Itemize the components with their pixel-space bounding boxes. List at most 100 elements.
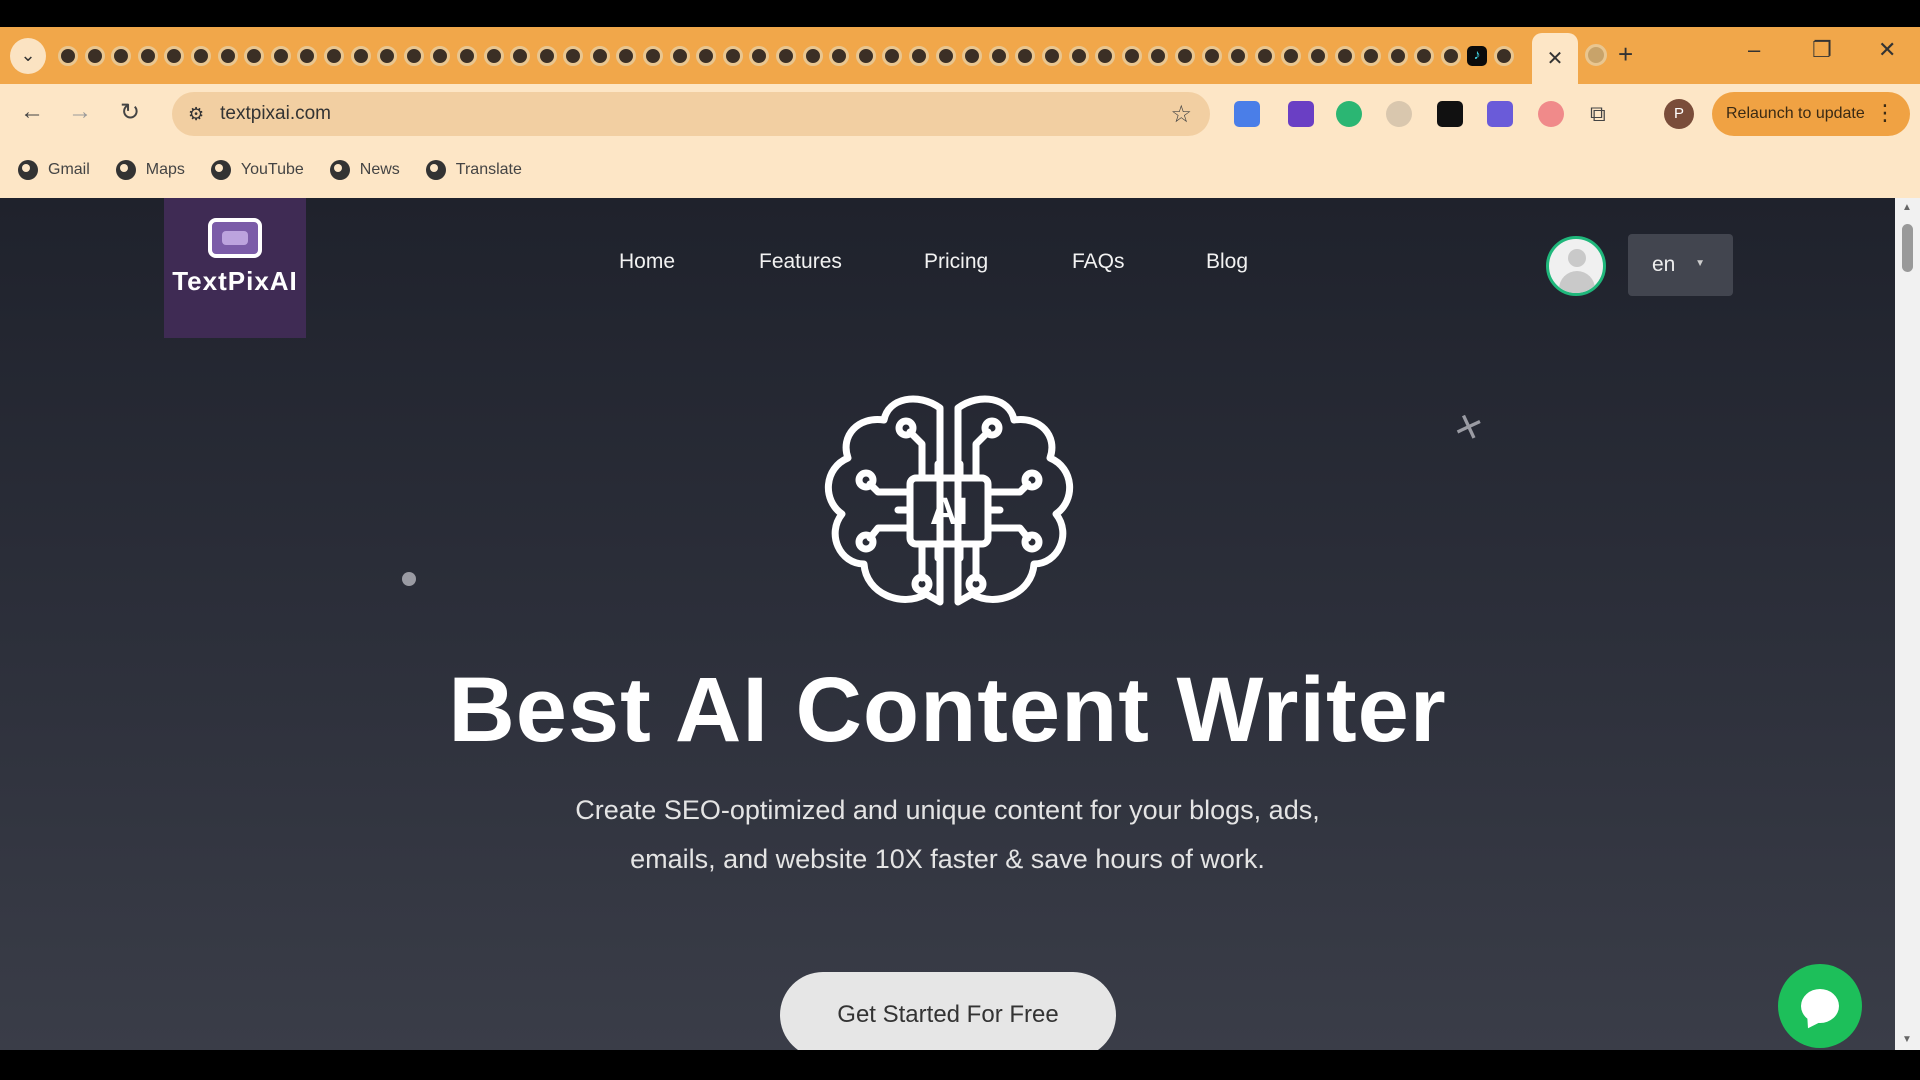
tab-favicon-icon[interactable] — [377, 45, 398, 66]
tab-favicon-icon[interactable] — [1334, 45, 1355, 66]
tab-favicon-icon[interactable] — [536, 45, 557, 66]
site-info-icon[interactable]: ⚙ — [188, 104, 204, 125]
tab-favicon-icon[interactable] — [1068, 45, 1089, 66]
relaunch-button[interactable]: Relaunch to update ⋮ — [1712, 92, 1910, 136]
tab-favicon-icon[interactable] — [164, 45, 185, 66]
nav-features[interactable]: Features — [759, 250, 842, 274]
tab-favicon-icon[interactable] — [323, 45, 344, 66]
tab-favicon-icon[interactable] — [1254, 45, 1275, 66]
bookmark-star-icon[interactable]: ☆ — [1170, 100, 1192, 129]
close-tab-icon[interactable]: ✕ — [1547, 46, 1564, 71]
tab-search-button[interactable]: ⌄ — [10, 37, 46, 74]
scroll-down-icon[interactable]: ▼ — [1902, 1034, 1912, 1045]
grammarly-icon[interactable] — [1336, 101, 1362, 127]
active-tab[interactable]: ✕ — [1532, 33, 1578, 84]
tab-favicon-icon[interactable] — [563, 45, 584, 66]
chat-button[interactable] — [1778, 964, 1862, 1048]
profile-avatar[interactable]: P — [1664, 99, 1694, 129]
nav-pricing[interactable]: Pricing — [924, 250, 988, 274]
restore-button[interactable]: ❐ — [1812, 37, 1832, 63]
extension-icon[interactable] — [1437, 101, 1463, 127]
tab-favicon-icon[interactable] — [403, 45, 424, 66]
tab-favicon-icon[interactable] — [1494, 45, 1515, 66]
tab-favicon-icon[interactable] — [1440, 45, 1461, 66]
tab-favicon-icon[interactable] — [776, 45, 797, 66]
tab-favicon-icon[interactable] — [988, 45, 1009, 66]
reload-icon[interactable]: ↻ — [120, 98, 140, 127]
tab-favicon-icon[interactable] — [909, 45, 929, 66]
tab-favicon-icon[interactable] — [430, 45, 451, 66]
nav-home[interactable]: Home — [619, 250, 675, 274]
tab-favicon-icon[interactable] — [190, 45, 211, 66]
translate-extension-icon[interactable] — [1234, 101, 1260, 127]
tab-favicon-icon[interactable] — [829, 45, 850, 66]
tab-favicon-icon[interactable] — [962, 45, 983, 66]
bookmark-youtube[interactable]: YouTube — [210, 160, 304, 180]
tab-favicon-icon[interactable] — [350, 45, 371, 66]
back-icon[interactable]: ← — [20, 98, 44, 126]
forward-icon[interactable]: → — [68, 98, 92, 126]
tab-favicon-icon[interactable] — [1307, 45, 1328, 66]
tab-favicon-icon[interactable] — [1228, 45, 1249, 66]
tab-favicon-icon[interactable] — [696, 45, 717, 66]
address-bar[interactable]: ⚙ textpixai.com ☆ — [172, 92, 1210, 136]
tab-favicon-icon[interactable] — [802, 45, 823, 66]
tab-favicon-icon[interactable] — [1174, 45, 1195, 66]
tab-favicon-icon[interactable] — [749, 45, 770, 66]
new-tab-button[interactable]: + — [1618, 39, 1633, 70]
tab-favicon-icon[interactable] — [643, 45, 664, 66]
tab-favicon-icon[interactable] — [1121, 45, 1142, 66]
tab-favicon-icon[interactable] — [855, 45, 876, 66]
tab-favicon-icon[interactable] — [111, 45, 132, 66]
bookmark-gmail[interactable]: Gmail — [18, 160, 90, 180]
tab-favicon-icon[interactable] — [722, 45, 743, 66]
tab-favicon-icon[interactable] — [456, 45, 477, 66]
user-avatar[interactable] — [1546, 236, 1606, 296]
tab-favicon-icon[interactable] — [1041, 45, 1062, 66]
address-text[interactable]: textpixai.com — [220, 103, 331, 125]
tab-favicon-icon[interactable] — [297, 45, 318, 66]
tab-favicon-icon[interactable] — [58, 45, 78, 66]
tab[interactable] — [1585, 44, 1607, 66]
scrollbar-thumb[interactable] — [1902, 224, 1913, 272]
tab-favicon-icon[interactable] — [244, 45, 265, 66]
bookmark-translate[interactable]: Translate — [425, 160, 522, 180]
nav-blog[interactable]: Blog — [1206, 250, 1248, 274]
extensions-puzzle-icon[interactable]: ⧉ — [1590, 101, 1616, 127]
language-select[interactable]: en ▼ — [1628, 234, 1733, 296]
site-logo[interactable]: TextPixAI — [164, 198, 306, 338]
bookmark-news[interactable]: News — [329, 160, 400, 180]
extension-icon[interactable] — [1288, 101, 1314, 127]
tab-favicon-icon[interactable] — [84, 45, 105, 66]
tab-favicon-icon[interactable] — [1095, 45, 1116, 66]
tab-favicon-icon[interactable] — [1201, 45, 1222, 66]
tab-favicon-icon[interactable] — [882, 45, 903, 66]
get-started-button[interactable]: Get Started For Free — [780, 972, 1116, 1050]
close-window-button[interactable]: ✕ — [1878, 37, 1896, 63]
tab-favicon-icon[interactable] — [483, 45, 504, 66]
scroll-up-icon[interactable]: ▲ — [1902, 202, 1912, 213]
tab-favicon-icon[interactable] — [137, 45, 158, 66]
bookmark-maps[interactable]: Maps — [115, 160, 185, 180]
tab-favicon-icon[interactable] — [1414, 45, 1435, 66]
tab-favicon-icon[interactable] — [1361, 45, 1382, 66]
tab-favicon-icon[interactable] — [589, 45, 610, 66]
menu-dots-icon[interactable]: ⋮ — [1874, 100, 1896, 126]
extension-icon[interactable] — [1538, 101, 1564, 127]
tab-favicon-icon[interactable] — [1148, 45, 1169, 66]
tab-favicon-icon[interactable] — [616, 45, 637, 66]
tab-favicon-icon[interactable] — [935, 45, 956, 66]
page-scrollbar[interactable]: ▲ ▼ — [1895, 198, 1920, 1050]
nav-faqs[interactable]: FAQs — [1072, 250, 1125, 274]
tab-favicon-icon[interactable] — [669, 45, 690, 66]
tiktok-tab-icon[interactable] — [1467, 45, 1488, 66]
tab-favicon-icon[interactable] — [1015, 45, 1036, 66]
minimize-button[interactable]: – — [1748, 37, 1760, 63]
tab-favicon-icon[interactable] — [270, 45, 291, 66]
tab-favicon-icon[interactable] — [1387, 45, 1408, 66]
tab-favicon-icon[interactable] — [510, 45, 531, 66]
extension-icon[interactable] — [1487, 101, 1513, 127]
tab-favicon-icon[interactable] — [1281, 45, 1302, 66]
blocked-extension-icon[interactable] — [1386, 101, 1412, 127]
tab-favicon-icon[interactable] — [217, 45, 238, 66]
